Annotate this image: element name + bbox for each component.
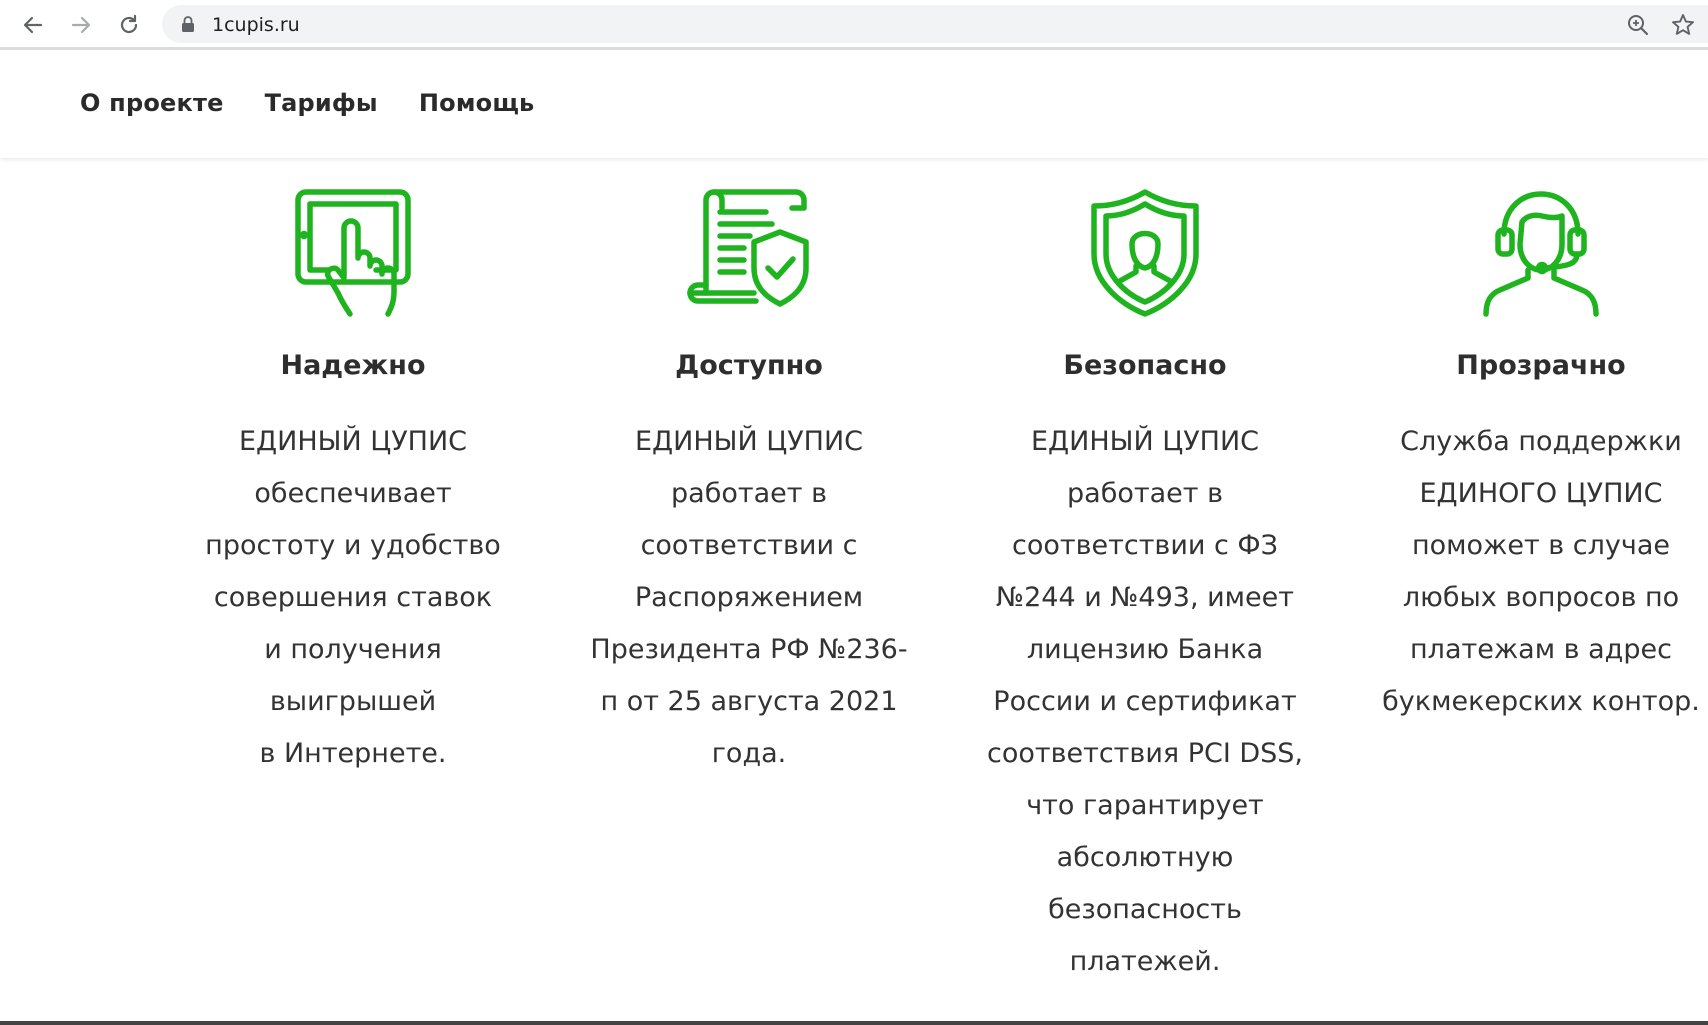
back-button[interactable] [16, 8, 50, 42]
description-line: Распоряжением [634, 582, 864, 613]
description-line: года. [711, 738, 787, 769]
description-line: обеспечивает [254, 478, 452, 509]
document-shield-icon [687, 189, 809, 307]
description-line: работает в [671, 478, 827, 509]
description-line: соответствия PCI DSS, [986, 738, 1304, 769]
feature-description: ЕДИНЫЙ ЦУПИС обеспечивает простоту и удо… [168, 416, 538, 780]
feature-title: Безопасно [1063, 350, 1227, 381]
description-line: букмекерских контор. [1382, 686, 1700, 717]
description-line: выигрышей [269, 686, 437, 717]
description-line: ЕДИНЫЙ ЦУПИС [238, 426, 468, 457]
description-line: в Интернете. [259, 738, 447, 769]
reload-button[interactable] [112, 8, 146, 42]
description-line: Президента РФ №236- [590, 634, 908, 665]
description-line: что гарантирует [1026, 790, 1264, 821]
description-line: №244 и №493, имеет [996, 582, 1294, 613]
description-line: ЕДИНЫЙ ЦУПИС [634, 426, 864, 457]
feature-description: ЕДИНЫЙ ЦУПИС работает в соответствии с Р… [564, 416, 934, 780]
description-line: Служба поддержки [1400, 426, 1682, 457]
bottom-divider [0, 1021, 1708, 1025]
description-line: любых вопросов по [1402, 582, 1680, 613]
forward-button[interactable] [64, 8, 98, 42]
description-line: ЕДИНОГО ЦУПИС [1419, 478, 1663, 509]
feature-description: ЕДИНЫЙ ЦУПИС работает в соответствии с Ф… [960, 416, 1330, 988]
description-line: абсолютную [1056, 842, 1234, 873]
bookmark-star-icon[interactable] [1670, 12, 1696, 38]
description-line: лицензию Банка [1026, 634, 1264, 665]
reload-icon [120, 14, 138, 34]
url-text[interactable]: 1cupis.ru [212, 14, 300, 36]
features-section: Надежно ЕДИНЫЙ ЦУПИС обеспечивает просто… [0, 158, 1708, 1018]
description-line: совершения ставок [213, 582, 493, 613]
site-header: О проекте Тарифы Помощь [0, 50, 1708, 158]
shield-person-icon [1091, 189, 1199, 317]
description-line: работает в [1067, 478, 1223, 509]
description-line: поможет в случае [1412, 530, 1670, 561]
nav-item-tariffs[interactable]: Тарифы [265, 89, 378, 117]
nav-item-help[interactable]: Помощь [419, 89, 535, 117]
support-headset-icon [1483, 191, 1599, 317]
tablet-touch-icon [295, 189, 411, 317]
feature-title: Надежно [280, 350, 426, 381]
feature-description: Служба поддержки ЕДИНОГО ЦУПИС поможет в… [1356, 416, 1708, 728]
arrow-right-icon [71, 16, 91, 34]
description-line: ЕДИНЫЙ ЦУПИС [1030, 426, 1260, 457]
feature-title: Доступно [675, 350, 823, 381]
description-line: России и сертификат [993, 686, 1297, 717]
description-line: простоту и удобство [205, 530, 501, 561]
address-bar[interactable]: 1cupis.ru [162, 5, 1708, 43]
browser-toolbar: 1cupis.ru [0, 0, 1708, 50]
description-line: платежам в адрес [1410, 634, 1672, 665]
nav-item-about[interactable]: О проекте [80, 89, 224, 117]
description-line: соответствии с [640, 530, 858, 561]
lock-icon [182, 16, 194, 32]
arrow-left-icon [23, 16, 43, 34]
main-nav: О проекте Тарифы Помощь [80, 89, 534, 117]
description-line: и получения [264, 634, 442, 665]
feature-title: Прозрачно [1456, 350, 1626, 381]
description-line: п от 25 августа 2021 [600, 686, 898, 717]
description-line: безопасность [1048, 894, 1242, 925]
description-line: соответствии с ФЗ [1011, 530, 1278, 561]
zoom-icon[interactable] [1626, 13, 1650, 37]
description-line: платежей. [1069, 946, 1221, 977]
